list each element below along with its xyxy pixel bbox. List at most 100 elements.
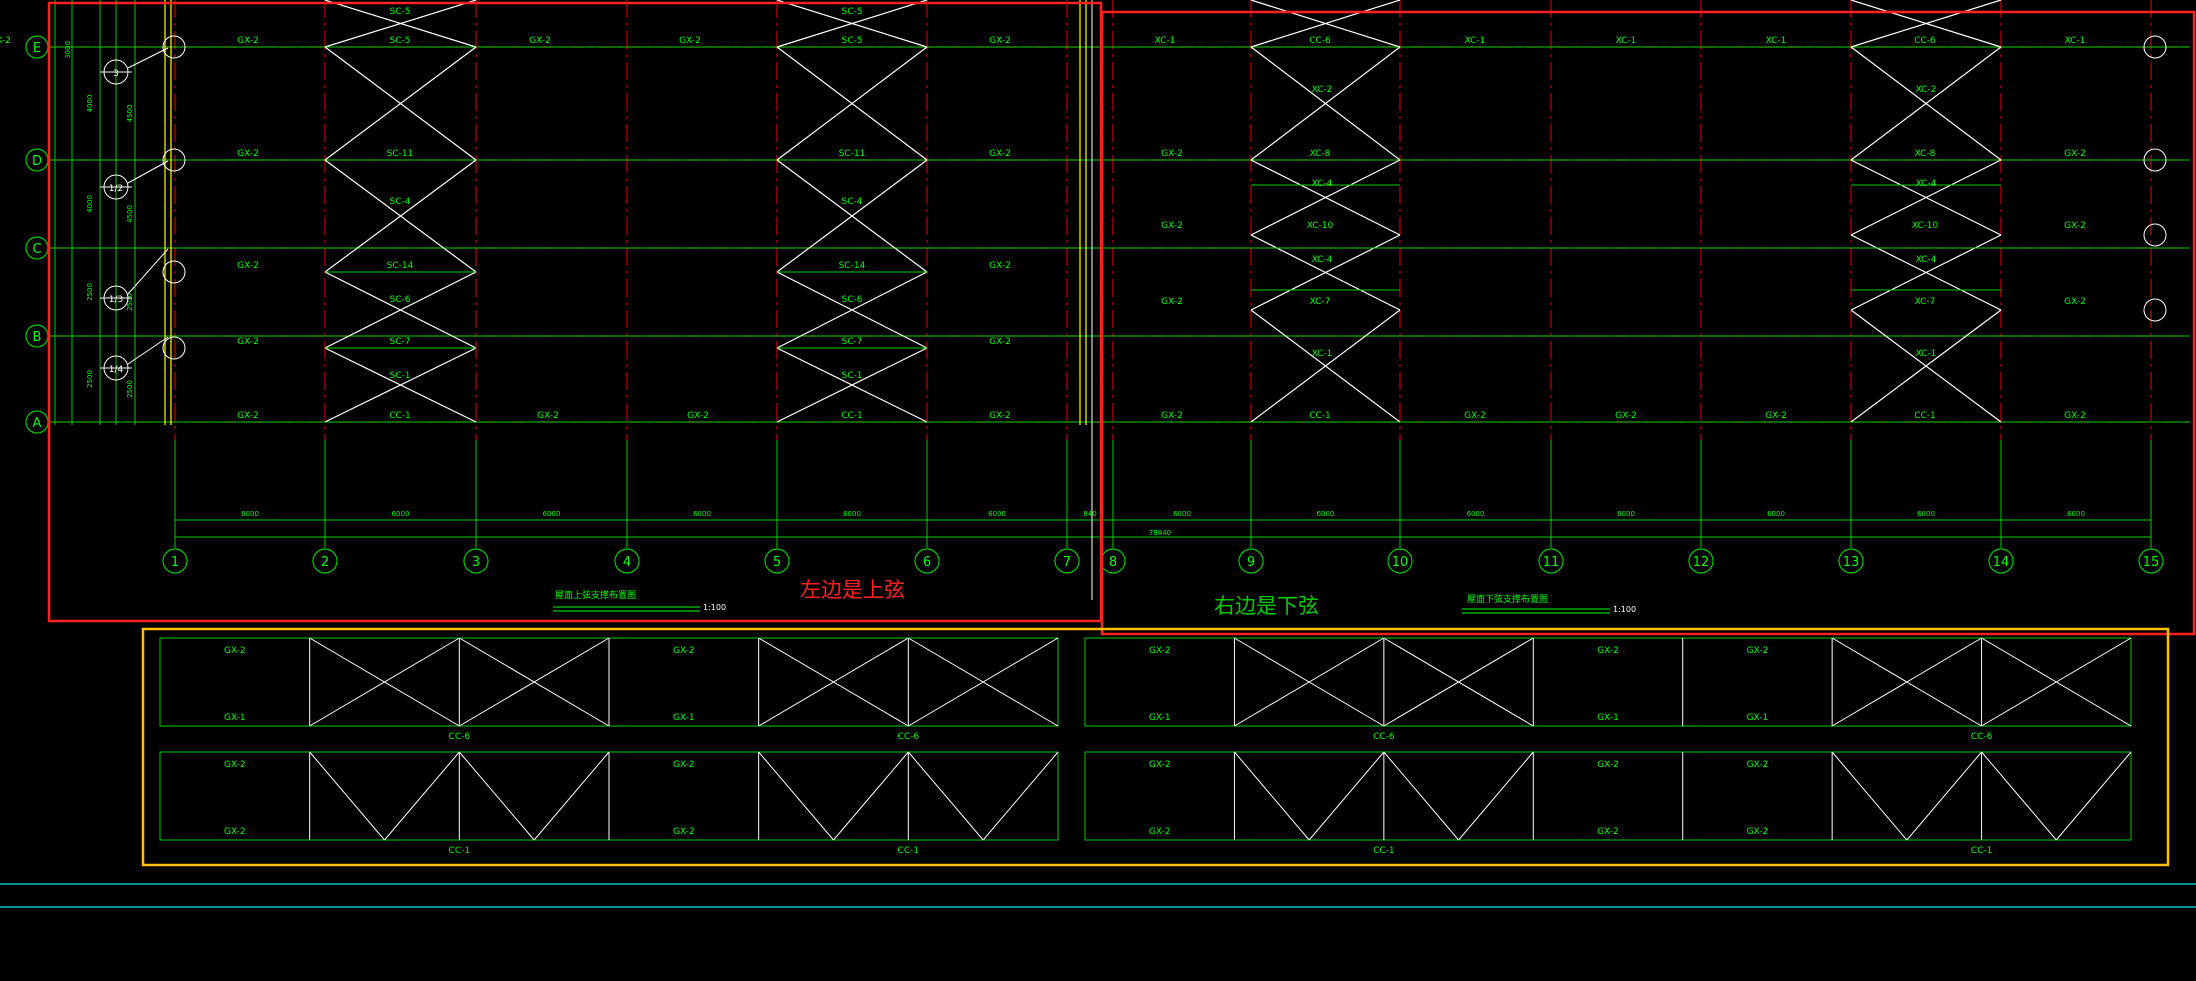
elevation-top-label: GX-2 [673,646,695,656]
member-label: GX-2 [1765,411,1787,421]
elevation-top-label: GX-2 [1149,760,1171,770]
row-dimension-label: 4500 [126,205,134,223]
member-label: GX-2 [237,261,259,271]
column-axis-label: 12 [1693,555,1710,570]
elevation-top-label: GX-2 [673,760,695,770]
elevation-brace-label: CC-6 [898,732,920,742]
member-label: XC-8 [1915,149,1936,159]
member-label: XC-1 [1766,36,1787,46]
row-axis-label: C [32,242,41,257]
bay-dimension-label: 6000 [1173,510,1191,518]
row-dimension-label: 4000 [86,95,94,113]
member-label: SC-5 [390,7,411,17]
member-label: XC-4 [1916,255,1937,265]
column-axis-label: 2 [321,555,329,570]
row-axis-label: A [33,416,42,431]
member-label: GX-2 [1161,221,1183,231]
row-dimension-label: 4500 [126,105,134,123]
bay-dimension-label: 6000 [1617,510,1635,518]
member-label: GX-2 [237,337,259,347]
elevation-bottom-label: GX-2 [1747,827,1769,837]
column-axis-label: 6 [923,555,931,570]
detail-balloon-label: 1/2 [109,184,123,194]
member-label: XC-2 [1312,85,1333,95]
elevation-brace-label: CC-6 [449,732,471,742]
detail-balloon-label: 3 [113,69,119,79]
column-axis-label: 9 [1247,555,1255,570]
member-label: XC-7 [1310,297,1331,307]
member-label: SC-4 [390,197,411,207]
elevation-top-label: GX-2 [1747,760,1769,770]
member-label: SC-1 [842,371,863,381]
member-label: SC-11 [839,149,866,159]
column-axis-label: 1 [171,555,179,570]
member-label: GX-2 [1161,411,1183,421]
member-label: GX-2 [529,36,551,46]
bay-dimension-label: 6000 [543,510,561,518]
member-label: GX-2 [2064,297,2086,307]
bay-dimension-label: 6000 [1467,510,1485,518]
column-axis-label: 4 [623,555,631,570]
column-axis-label: 15 [2143,555,2160,570]
column-axis-label: 8 [1109,555,1117,570]
member-label: GX-2 [989,36,1011,46]
elevation-brace-label: CC-1 [449,846,471,856]
member-label: GX-2 [989,261,1011,271]
elevation-brace-label: CC-1 [1373,846,1395,856]
member-label: SC-1 [390,371,411,381]
column-axis-label: 3 [472,555,480,570]
member-label: GX-2 [2064,221,2086,231]
canvas-background [0,0,2196,981]
bay-dimension-label: 6000 [843,510,861,518]
member-label: GX-2 [687,411,709,421]
member-label: CC-6 [1914,36,1936,46]
member-label: GX-2 [237,36,259,46]
right-annotation-lower-chord: 右边是下弦 [1214,594,1319,618]
elevation-top-label: GX-2 [224,760,246,770]
elevation-bottom-label: GX-1 [1597,713,1619,723]
member-label: SC-7 [842,337,863,347]
member-label: XC-2 [1916,85,1937,95]
elevation-brace-label: CC-1 [898,846,920,856]
member-label: SC-5 [842,7,863,17]
member-label: XC-1 [1155,36,1176,46]
member-label: SC-11 [387,149,414,159]
member-label: XC-1 [1312,349,1333,359]
elevation-bottom-label: GX-2 [224,827,246,837]
member-label: GX-2 [0,36,11,46]
member-label: CC-1 [1309,411,1331,421]
elevation-top-label: GX-2 [1597,646,1619,656]
bay-dimension-label: 6000 [1917,510,1935,518]
elevation-brace-label: CC-1 [1971,846,1993,856]
column-axis-label: 13 [1843,555,1860,570]
member-label: CC-1 [841,411,863,421]
member-label: XC-1 [2065,36,2086,46]
bay-dimension-label: 6000 [1317,510,1335,518]
member-label: XC-8 [1310,149,1331,159]
member-label: GX-2 [537,411,559,421]
row-axis-label: E [33,41,41,56]
elevation-bottom-label: GX-1 [224,713,246,723]
bay-dimension-label: 6000 [241,510,259,518]
cad-drawing-canvas[interactable]: 4000400025002500450045002500250030006000… [0,0,2196,981]
detail-balloon-label: 1/4 [109,365,124,375]
member-label: CC-1 [1914,411,1936,421]
column-axis-label: 5 [773,555,781,570]
member-label: SC-6 [390,295,411,305]
member-label: GX-2 [1161,149,1183,159]
bay-dimension-label: 6000 [988,510,1006,518]
bay-dimension-label: 6000 [392,510,410,518]
column-axis-label: 14 [1993,555,2010,570]
row-dimension-label: 2500 [86,283,94,301]
elevation-bottom-label: GX-2 [1149,827,1171,837]
elevation-brace-label: CC-6 [1373,732,1395,742]
member-label: SC-6 [842,295,863,305]
member-label: GX-2 [1615,411,1637,421]
member-label: GX-2 [2064,149,2086,159]
plan-title-left: 屋面上弦支撑布置图 [555,589,636,601]
member-label: GX-2 [1464,411,1486,421]
bay-dimension-label: 6000 [1767,510,1785,518]
elevation-top-label: GX-2 [1149,646,1171,656]
row-axis-label: B [33,330,42,345]
member-label: GX-2 [989,337,1011,347]
